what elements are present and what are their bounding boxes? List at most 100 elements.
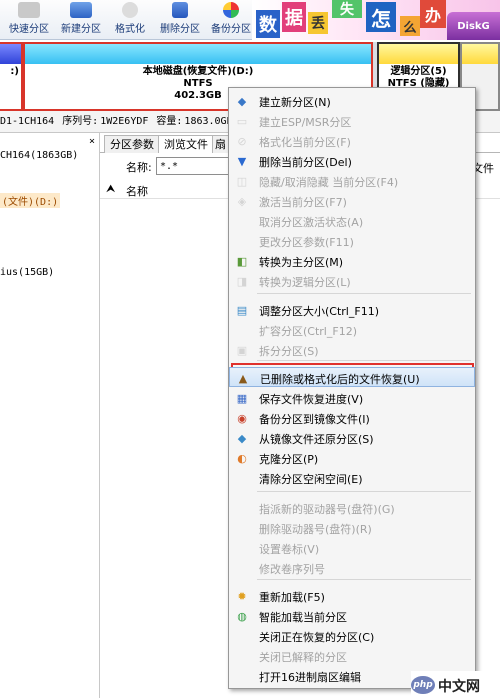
new-partition-button[interactable]: 新建分区 xyxy=(56,0,106,40)
esp-partition-icon: ▭ xyxy=(236,114,248,128)
delete-partition-button[interactable]: 删除分区 xyxy=(155,0,205,40)
menu-separator xyxy=(257,491,471,492)
blank-icon xyxy=(235,669,249,683)
menu-item[interactable]: 删除驱动器号(盘符)(R) xyxy=(229,518,475,538)
backup-partition-button[interactable]: 备份分区 xyxy=(206,0,256,40)
banner-char: 据 xyxy=(282,2,306,32)
delete-partition-label: 删除分区 xyxy=(160,24,200,35)
blank-icon xyxy=(235,501,249,515)
hide-icon: ◫ xyxy=(236,174,248,188)
partition-left[interactable]: :) xyxy=(0,42,23,111)
menu-item-label: 转换为主分区(M) xyxy=(259,256,344,269)
menu-item[interactable]: ◍ 智能加载当前分区 xyxy=(229,606,475,626)
context-menu: ◆ 建立新分区(N) ▭ 建立ESP/MSR分区 ⊘ 格式化当前分区(F) ▼ 删除当前分区(… xyxy=(228,87,476,689)
quick-partition-icon xyxy=(18,2,40,18)
partition-left-label: :) xyxy=(10,66,19,77)
menu-item[interactable]: ⊘ 格式化当前分区(F) xyxy=(229,131,475,151)
menu-item[interactable]: 关闭正在恢复的分区(C) xyxy=(229,626,475,646)
menu-item[interactable]: 取消分区激活状态(A) xyxy=(229,211,475,231)
menu-item[interactable]: ✹ 重新加载(F5) xyxy=(229,586,475,606)
menu-item-label: 修改卷序列号 xyxy=(259,563,325,576)
quick-partition-button[interactable]: 快速分区 xyxy=(4,0,54,40)
format-button[interactable]: 格式化 xyxy=(108,0,152,40)
partition-main-title: 本地磁盘(恢复文件)(D:) xyxy=(142,66,254,77)
column-name[interactable]: 名称 xyxy=(126,183,148,199)
banner-char: 办 xyxy=(420,0,446,28)
menu-item[interactable]: ▤ 调整分区大小(Ctrl_F11) xyxy=(229,300,475,320)
blank-icon xyxy=(235,561,249,575)
tree-item-disk[interactable]: CH164(1863GB) xyxy=(0,150,78,161)
new-partition-icon: ◆ xyxy=(237,94,247,108)
blank-icon xyxy=(235,234,249,248)
menu-item[interactable]: 指派新的驱动器号(盘符)(G) xyxy=(229,498,475,518)
menu-item-label: 保存文件恢复进度(V) xyxy=(259,393,364,406)
restore-image-icon: ◆ xyxy=(237,431,247,445)
menu-item[interactable]: ▲ 已删除或格式化后的文件恢复(U) xyxy=(229,367,475,387)
menu-item-label: 指派新的驱动器号(盘符)(G) xyxy=(259,503,395,516)
php-logo: php xyxy=(411,676,435,694)
menu-item-label: 更改分区参数(F11) xyxy=(259,236,354,249)
menu-item-label: 建立新分区(N) xyxy=(259,96,331,109)
menu-item[interactable]: ◨ 转换为逻辑分区(L) xyxy=(229,271,475,291)
menu-item[interactable]: ▭ 建立ESP/MSR分区 xyxy=(229,111,475,131)
convert-logical-icon: ◨ xyxy=(236,274,248,288)
serial-value: 1W2E6YDF xyxy=(100,116,149,127)
menu-separator xyxy=(257,360,471,361)
menu-item[interactable]: 扩容分区(Ctrl_F12) xyxy=(229,320,475,340)
menu-item-label: 关闭正在恢复的分区(C) xyxy=(259,631,375,644)
menu-item-label: 调整分区大小(Ctrl_F11) xyxy=(259,305,379,318)
menu-item[interactable]: ◈ 激活当前分区(F7) xyxy=(229,191,475,211)
menu-item-label: 删除驱动器号(盘符)(R) xyxy=(259,523,372,536)
blank-icon xyxy=(235,521,249,535)
up-folder-icon[interactable]: ⮝ xyxy=(106,182,115,196)
tree-item-selected-partition[interactable]: (文件)(D:) xyxy=(0,193,61,208)
brand-logo: DiskG xyxy=(447,12,500,40)
format-toolbar-icon xyxy=(122,2,138,18)
capacity-label: 容量: xyxy=(156,116,183,127)
tree-item-partition[interactable]: ius(15GB) xyxy=(0,267,54,278)
disk-tree: × CH164(1863GB) (文件)(D:) ius(15GB) xyxy=(0,133,100,698)
serial-label: 序列号: xyxy=(62,116,99,127)
banner-char: 怎 xyxy=(366,2,396,32)
menu-item-label: 关闭已解释的分区 xyxy=(259,651,347,664)
menu-item-label: 拆分分区(S) xyxy=(259,345,319,358)
menu-item[interactable]: 关闭已解释的分区 xyxy=(229,646,475,666)
ad-banner[interactable]: 数 据 丢 失 怎 么 办 DiskG xyxy=(252,0,500,40)
menu-item[interactable]: ◉ 备份分区到镜像文件(I) xyxy=(229,408,475,428)
delete-icon: ▼ xyxy=(237,154,247,168)
menu-item-label: 转换为逻辑分区(L) xyxy=(259,276,351,289)
menu-item-label: 激活当前分区(F7) xyxy=(259,196,347,209)
close-icon[interactable]: × xyxy=(89,136,95,147)
menu-separator xyxy=(257,293,471,294)
menu-item[interactable]: ▣ 拆分分区(S) xyxy=(229,340,475,360)
menu-item[interactable]: 清除分区空闲空间(E) xyxy=(229,468,475,488)
menu-item-label: 设置卷标(V) xyxy=(259,543,320,556)
menu-item[interactable]: 修改卷序列号 xyxy=(229,558,475,578)
tab-browse-files[interactable]: 浏览文件 xyxy=(158,135,214,153)
menu-item-label: 已删除或格式化后的文件恢复(U) xyxy=(260,373,420,386)
tab-partition-params[interactable]: 分区参数 xyxy=(104,135,160,153)
menu-item-label: 清除分区空闲空间(E) xyxy=(259,473,363,486)
resize-icon: ▤ xyxy=(236,303,248,317)
new-partition-toolbar-icon xyxy=(70,2,92,18)
menu-item-label: 删除当前分区(Del) xyxy=(259,156,352,169)
menu-item[interactable]: ◧ 转换为主分区(M) xyxy=(229,251,475,271)
menu-item[interactable]: ▼ 删除当前分区(Del) xyxy=(229,151,475,171)
menu-item[interactable]: ◆ 建立新分区(N) xyxy=(229,91,475,111)
menu-item[interactable]: 设置卷标(V) xyxy=(229,538,475,558)
menu-item[interactable]: 更改分区参数(F11) xyxy=(229,231,475,251)
menu-item[interactable]: ▦ 保存文件恢复进度(V) xyxy=(229,388,475,408)
menu-item[interactable]: ◆ 从镜像文件还原分区(S) xyxy=(229,428,475,448)
blank-icon xyxy=(235,323,249,337)
convert-primary-icon: ◧ xyxy=(236,254,248,268)
backup-image-icon: ◉ xyxy=(237,411,247,425)
menu-item-label: 重新加载(F5) xyxy=(259,591,325,604)
save-progress-icon: ▦ xyxy=(236,391,248,405)
disk-model: D1-1CH164 xyxy=(0,116,55,127)
smart-load-icon: ◍ xyxy=(237,609,247,623)
menu-item[interactable]: ◫ 隐藏/取消隐藏 当前分区(F4) xyxy=(229,171,475,191)
banner-char: 丢 xyxy=(308,12,328,34)
menu-item[interactable]: ◐ 克隆分区(P) xyxy=(229,448,475,468)
menu-item-label: 扩容分区(Ctrl_F12) xyxy=(259,325,357,338)
split-icon: ▣ xyxy=(236,343,248,357)
